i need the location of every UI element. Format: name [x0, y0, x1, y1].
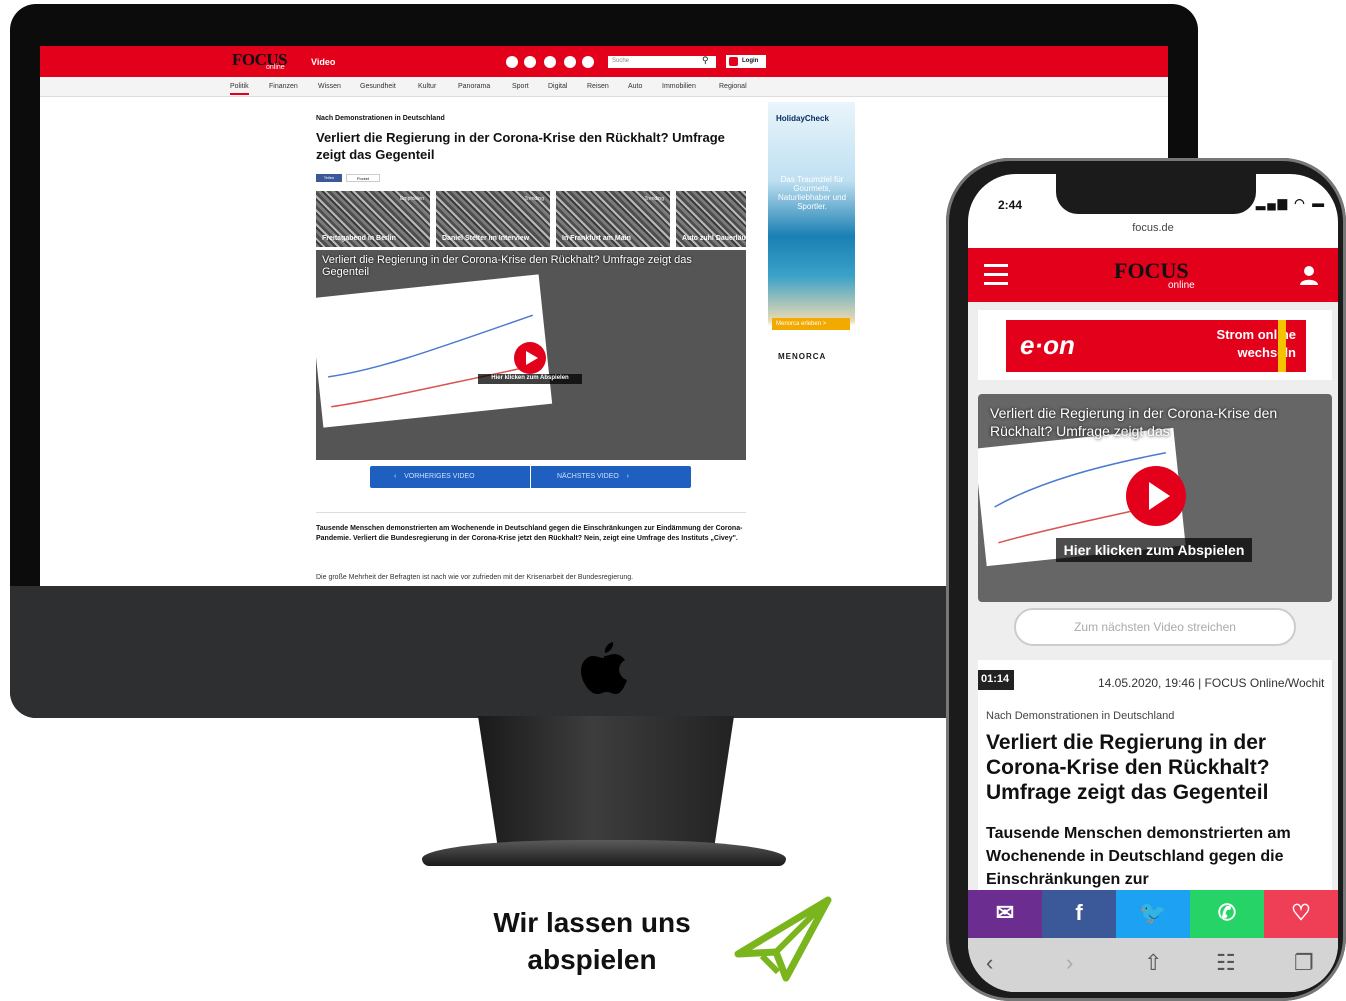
- video-thumb[interactable]: Empfohlen Freitagabend in Berlin: [316, 191, 430, 247]
- video-player[interactable]: Verliert die Regierung in der Corona-Kri…: [316, 250, 746, 460]
- article-headline: Verliert die Regierung in der Corona-Kri…: [316, 130, 725, 162]
- video-title: Verliert die Regierung in der Corona-Kri…: [322, 254, 692, 278]
- next-video-swipe[interactable]: Zum nächsten Video streichen: [1014, 608, 1296, 646]
- ad-cta-button[interactable]: Menorca erleben >: [772, 318, 850, 330]
- login-button[interactable]: Login: [726, 55, 766, 68]
- article-meta: 14.05.2020, 19:46 | FOCUS Online/Wochit: [1098, 676, 1325, 690]
- article-body: Die große Mehrheit der Befragten ist nac…: [316, 574, 634, 581]
- facebook-share-icon[interactable]: f: [1042, 890, 1116, 938]
- email-share-icon[interactable]: ✉: [968, 890, 1042, 938]
- whatsapp-share-icon[interactable]: ✆: [1190, 890, 1264, 938]
- login-label: Login: [742, 58, 759, 64]
- nav-item-digital[interactable]: Digital: [548, 83, 567, 90]
- forward-icon[interactable]: ›: [1066, 950, 1073, 976]
- status-time: 2:44: [998, 198, 1023, 212]
- video-thumb[interactable]: Auto zuhl Dauerläufer: [676, 191, 746, 247]
- article-teaser: Tausende Menschen demonstrierten am Woch…: [316, 525, 743, 542]
- pocket-button[interactable]: Pocket: [346, 174, 380, 182]
- phone-screen: 2:44 ▂▄▆ ◠ ▬ focus.de FOCUS online e·on …: [968, 174, 1338, 992]
- chevron-left-icon: ‹: [394, 473, 405, 480]
- banner-ad[interactable]: e·on Strom online wechseln: [978, 310, 1332, 380]
- play-tooltip: Hier klicken zum Abspielen: [478, 374, 582, 384]
- nav-item-politik[interactable]: Politik: [230, 83, 249, 95]
- sidebar-ad[interactable]: HolidayCheck Das Traumziel für Gourmets,…: [768, 102, 855, 382]
- browser-toolbar: ‹ › ⇧ ☷ ❐: [968, 938, 1338, 992]
- forbidden-icon[interactable]: [506, 56, 518, 68]
- previous-video-button[interactable]: ‹ VORHERIGES VIDEO: [370, 466, 530, 488]
- search-input[interactable]: Suche: [608, 56, 716, 68]
- article-card: 01:14 14.05.2020, 19:46 | FOCUS Online/W…: [978, 660, 1332, 922]
- back-icon[interactable]: ‹: [986, 950, 993, 976]
- nav-item-sport[interactable]: Sport: [512, 83, 529, 90]
- play-tooltip: Hier klicken zum Abspielen: [1056, 538, 1252, 562]
- video-thumb[interactable]: Trending In Frankfurt am Main: [556, 191, 670, 247]
- section-title[interactable]: Video: [311, 57, 335, 67]
- imac-stand: [478, 716, 734, 852]
- cta-line-2: abspielen: [527, 944, 657, 975]
- mobile-video-player[interactable]: Verliert die Regierung in der Corona-Kri…: [978, 394, 1332, 602]
- bookmarks-icon[interactable]: ☷: [1216, 950, 1236, 976]
- tabs-icon[interactable]: ❐: [1294, 950, 1314, 976]
- paper-plane-icon: [734, 896, 832, 982]
- nav-item-wissen[interactable]: Wissen: [318, 83, 341, 90]
- share-sheet-icon[interactable]: ⇧: [1144, 950, 1162, 976]
- menu-icon[interactable]: [984, 264, 1008, 286]
- nav-item-auto[interactable]: Auto: [628, 83, 642, 90]
- divider: [316, 512, 746, 513]
- nav-item-gesundheit[interactable]: Gesundheit: [360, 83, 396, 90]
- search-icon[interactable]: ⚲: [702, 55, 709, 66]
- status-icons: ▂▄▆ ◠ ▬: [1256, 196, 1327, 210]
- ad-background: e·on Strom online wechseln: [1006, 320, 1306, 372]
- twitter-icon[interactable]: [582, 56, 594, 68]
- nav-item-regional[interactable]: Regional: [719, 83, 747, 90]
- cta-line-1: Wir lassen uns: [493, 907, 691, 938]
- user-icon[interactable]: [1298, 264, 1320, 286]
- nav-item-finanzen[interactable]: Finanzen: [269, 83, 298, 90]
- ad-text: Das Traumziel für Gourmets, Naturliebhab…: [777, 175, 847, 211]
- share-button[interactable]: Teilen: [316, 174, 342, 182]
- play-button[interactable]: [1126, 466, 1186, 526]
- nav-item-panorama[interactable]: Panorama: [458, 83, 490, 90]
- article-headline: Verliert die Regierung in der Corona-Kri…: [986, 731, 1270, 804]
- twitter-share-icon[interactable]: 🐦: [1116, 890, 1190, 938]
- abo-icon[interactable]: [524, 56, 536, 68]
- imac-stand-foot: [422, 840, 786, 866]
- bag-icon[interactable]: [544, 56, 556, 68]
- ad-stripe: [1278, 320, 1286, 372]
- video-thumb[interactable]: Trending Daniel Stelter im Interview: [436, 191, 550, 247]
- nav-item-kultur[interactable]: Kultur: [418, 83, 436, 90]
- article-teaser: Tausende Menschen demonstrierten am Woch…: [986, 825, 1291, 888]
- next-video-button[interactable]: NÄCHSTES VIDEO ›: [531, 466, 691, 488]
- user-icon: [729, 57, 738, 66]
- address-bar[interactable]: focus.de: [968, 222, 1338, 234]
- cta-text: Wir lassen uns abspielen: [454, 904, 730, 978]
- play-icon: [1149, 482, 1170, 510]
- mobile-content: e·on Strom online wechseln Verliert die …: [968, 302, 1338, 922]
- play-icon: [526, 351, 538, 365]
- share-bar: ✉ f 🐦 ✆ ♡: [968, 890, 1338, 938]
- play-button[interactable]: [514, 342, 546, 374]
- nav-item-immobilien[interactable]: Immobilien: [662, 83, 696, 90]
- mobile-header: FOCUS online: [968, 248, 1338, 302]
- nav-item-reisen[interactable]: Reisen: [587, 83, 609, 90]
- desktop-header: [40, 46, 1168, 77]
- apple-logo-icon: [581, 642, 627, 694]
- chevron-right-icon: ›: [618, 473, 629, 480]
- article-overline: Nach Demonstrationen in Deutschland: [986, 710, 1175, 722]
- facebook-icon[interactable]: [564, 56, 576, 68]
- video-title: Verliert die Regierung in der Corona-Kri…: [990, 405, 1278, 439]
- desktop-logo-sub: online: [266, 64, 285, 71]
- article-overline: Nach Demonstrationen in Deutschland: [316, 115, 445, 122]
- ad-sponsor-logo: MENORCA: [778, 352, 827, 361]
- phone-notch: [1056, 174, 1256, 214]
- ad-brand: HolidayCheck: [776, 114, 829, 123]
- pocket-share-icon[interactable]: ♡: [1264, 890, 1338, 938]
- duration-badge: 01:14: [978, 670, 1014, 690]
- mobile-logo-sub: online: [1168, 280, 1195, 291]
- ad-brand: e·on: [1020, 330, 1075, 360]
